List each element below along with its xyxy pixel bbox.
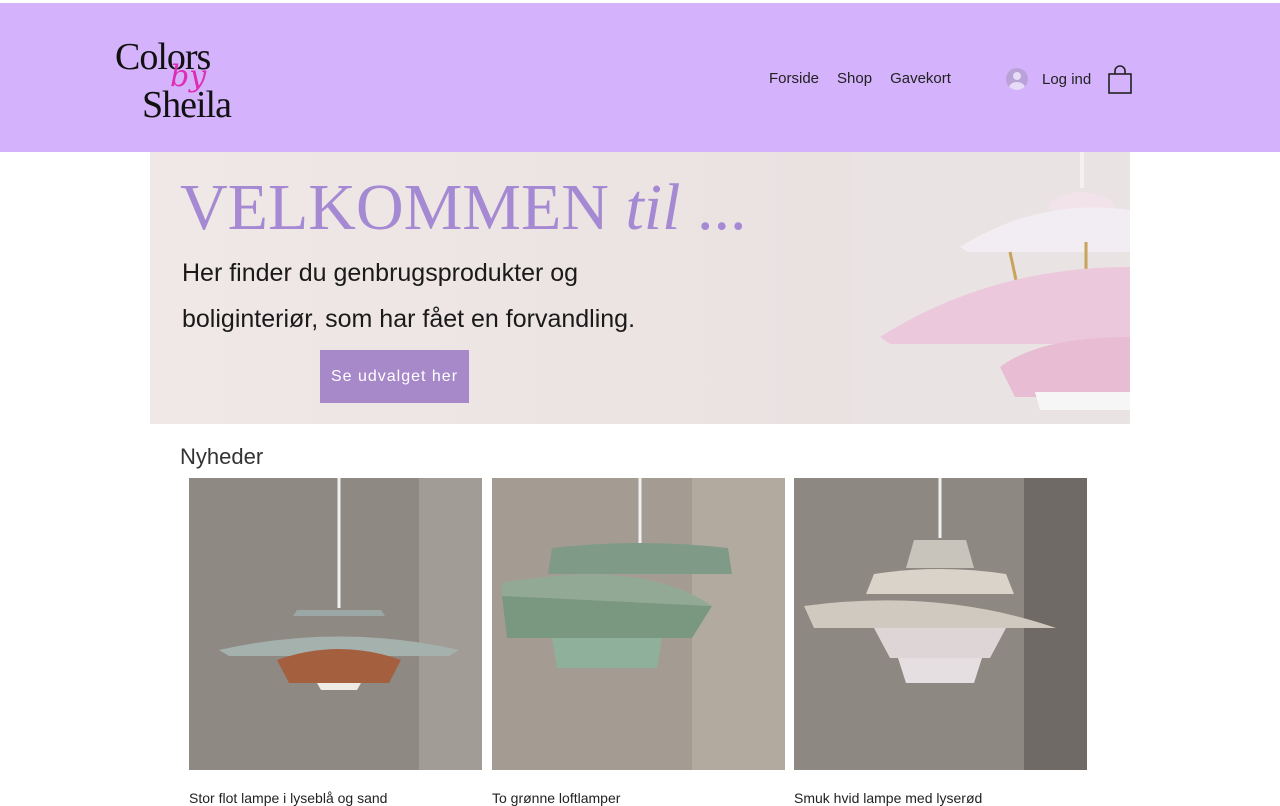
shopping-bag-icon[interactable] — [1106, 65, 1134, 95]
nav-item-gavekort[interactable]: Gavekort — [881, 69, 960, 89]
hero-subtitle-line: boliginteriør, som har fået en forvandli… — [182, 305, 636, 333]
hero-title: VELKOMMEN til ... — [180, 170, 746, 246]
hero-title-tail: ... — [696, 171, 747, 244]
product-name[interactable]: Stor flot lampe i lyseblå og sand — [189, 790, 387, 806]
user-avatar-icon — [1006, 68, 1028, 90]
product-name[interactable]: To grønne loftlamper — [492, 790, 620, 806]
product-card[interactable]: Smuk hvid lampe med lyserød — [794, 478, 1087, 806]
product-image[interactable] — [492, 478, 785, 770]
hero-title-main: VELKOMMEN — [180, 171, 609, 244]
brand-logo[interactable]: Colors by Sheila — [112, 33, 242, 126]
hero-subtitle-line: Her finder du genbrugsprodukter og — [182, 259, 579, 287]
login-label: Log ind — [1042, 70, 1092, 88]
product-name[interactable]: Smuk hvid lampe med lyserød — [794, 790, 982, 806]
login-button[interactable]: Log ind — [1006, 68, 1091, 90]
nav-item-forside[interactable]: Forside — [760, 69, 828, 89]
product-image[interactable] — [794, 478, 1087, 770]
logo-text-sheila: Sheila — [142, 84, 232, 126]
hero-subtitle: Her finder du genbrugsprodukter og bolig… — [182, 250, 742, 342]
product-image[interactable] — [189, 478, 482, 770]
product-card[interactable]: Stor flot lampe i lyseblå og sand — [189, 478, 482, 806]
news-section-title: Nyheder — [180, 444, 264, 469]
product-card[interactable]: To grønne loftlamper — [492, 478, 785, 806]
pink-lamp-image — [850, 152, 1130, 424]
site-header: Colors by Sheila Forside Shop Gavekort L… — [0, 3, 1280, 152]
shop-selection-button[interactable]: Se udvalget her — [320, 350, 469, 403]
main-nav: Forside Shop Gavekort — [760, 69, 960, 89]
hero-title-italic: til — [625, 171, 681, 244]
nav-item-shop[interactable]: Shop — [828, 69, 881, 89]
hero-banner: VELKOMMEN til ... Her finder du genbrugs… — [150, 152, 1130, 424]
